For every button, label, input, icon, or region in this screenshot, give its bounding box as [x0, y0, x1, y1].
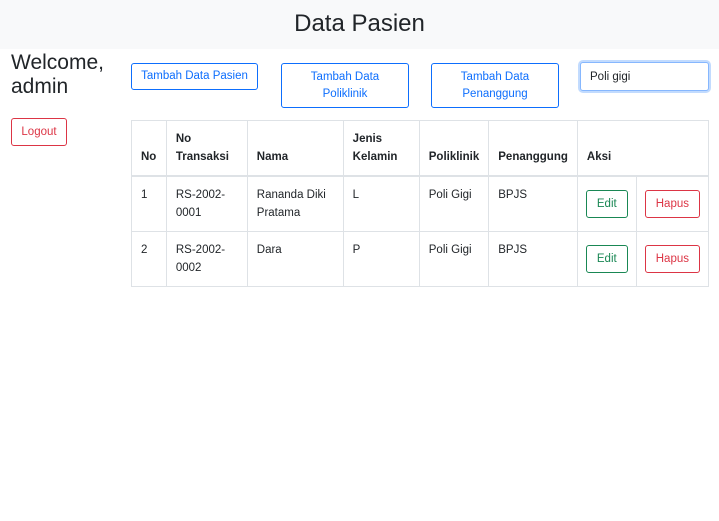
cell-edit: Edit: [576, 175, 637, 232]
add-guarantor-button[interactable]: Tambah Data Penanggung: [431, 63, 559, 108]
column-header-actions: Aksi: [576, 120, 710, 177]
cell-guarantor: BPJS: [488, 175, 578, 232]
cell-transaction: RS-2002-0002: [165, 231, 248, 287]
cell-gender: P: [342, 231, 420, 287]
column-header-transaction: No Transaksi: [165, 120, 248, 177]
cell-clinic: Poli Gigi: [418, 175, 490, 232]
add-patient-button[interactable]: Tambah Data Pasien: [131, 63, 258, 90]
table-row: 1 RS-2002-0001 Rananda Diki Pratama L Po…: [131, 175, 710, 232]
column-header-clinic: Poliklinik: [418, 120, 490, 177]
cell-name: Dara: [246, 231, 344, 287]
page-header: Data Pasien: [0, 0, 719, 49]
search-input[interactable]: [580, 62, 709, 91]
column-header-guarantor: Penanggung: [488, 120, 578, 177]
cell-name: Rananda Diki Pratama: [246, 175, 344, 232]
welcome-message: Welcome, admin: [11, 51, 104, 98]
logout-button[interactable]: Logout: [11, 118, 67, 146]
column-header-no: No: [131, 120, 167, 177]
cell-delete: Hapus: [635, 231, 710, 287]
cell-transaction: RS-2002-0001: [165, 175, 248, 232]
delete-button[interactable]: Hapus: [644, 190, 700, 218]
cell-delete: Hapus: [635, 175, 710, 232]
cell-guarantor: BPJS: [488, 231, 578, 287]
patient-table: No No Transaksi Nama Jenis Kelamin Polik…: [131, 120, 710, 287]
table-row: 2 RS-2002-0002 Dara P Poli Gigi BPJS Edi…: [131, 231, 710, 287]
edit-button[interactable]: Edit: [585, 190, 628, 218]
table-header-row: No No Transaksi Nama Jenis Kelamin Polik…: [131, 120, 710, 177]
cell-gender: L: [342, 175, 420, 232]
column-header-gender: Jenis Kelamin: [342, 120, 420, 177]
cell-clinic: Poli Gigi: [418, 231, 490, 287]
cell-no: 1: [131, 175, 167, 232]
cell-edit: Edit: [576, 231, 637, 287]
edit-button[interactable]: Edit: [585, 245, 628, 273]
cell-no: 2: [131, 231, 167, 287]
add-clinic-button[interactable]: Tambah Data Poliklinik: [281, 63, 409, 108]
page-title: Data Pasien: [294, 9, 425, 37]
column-header-name: Nama: [246, 120, 344, 177]
delete-button[interactable]: Hapus: [644, 245, 700, 273]
